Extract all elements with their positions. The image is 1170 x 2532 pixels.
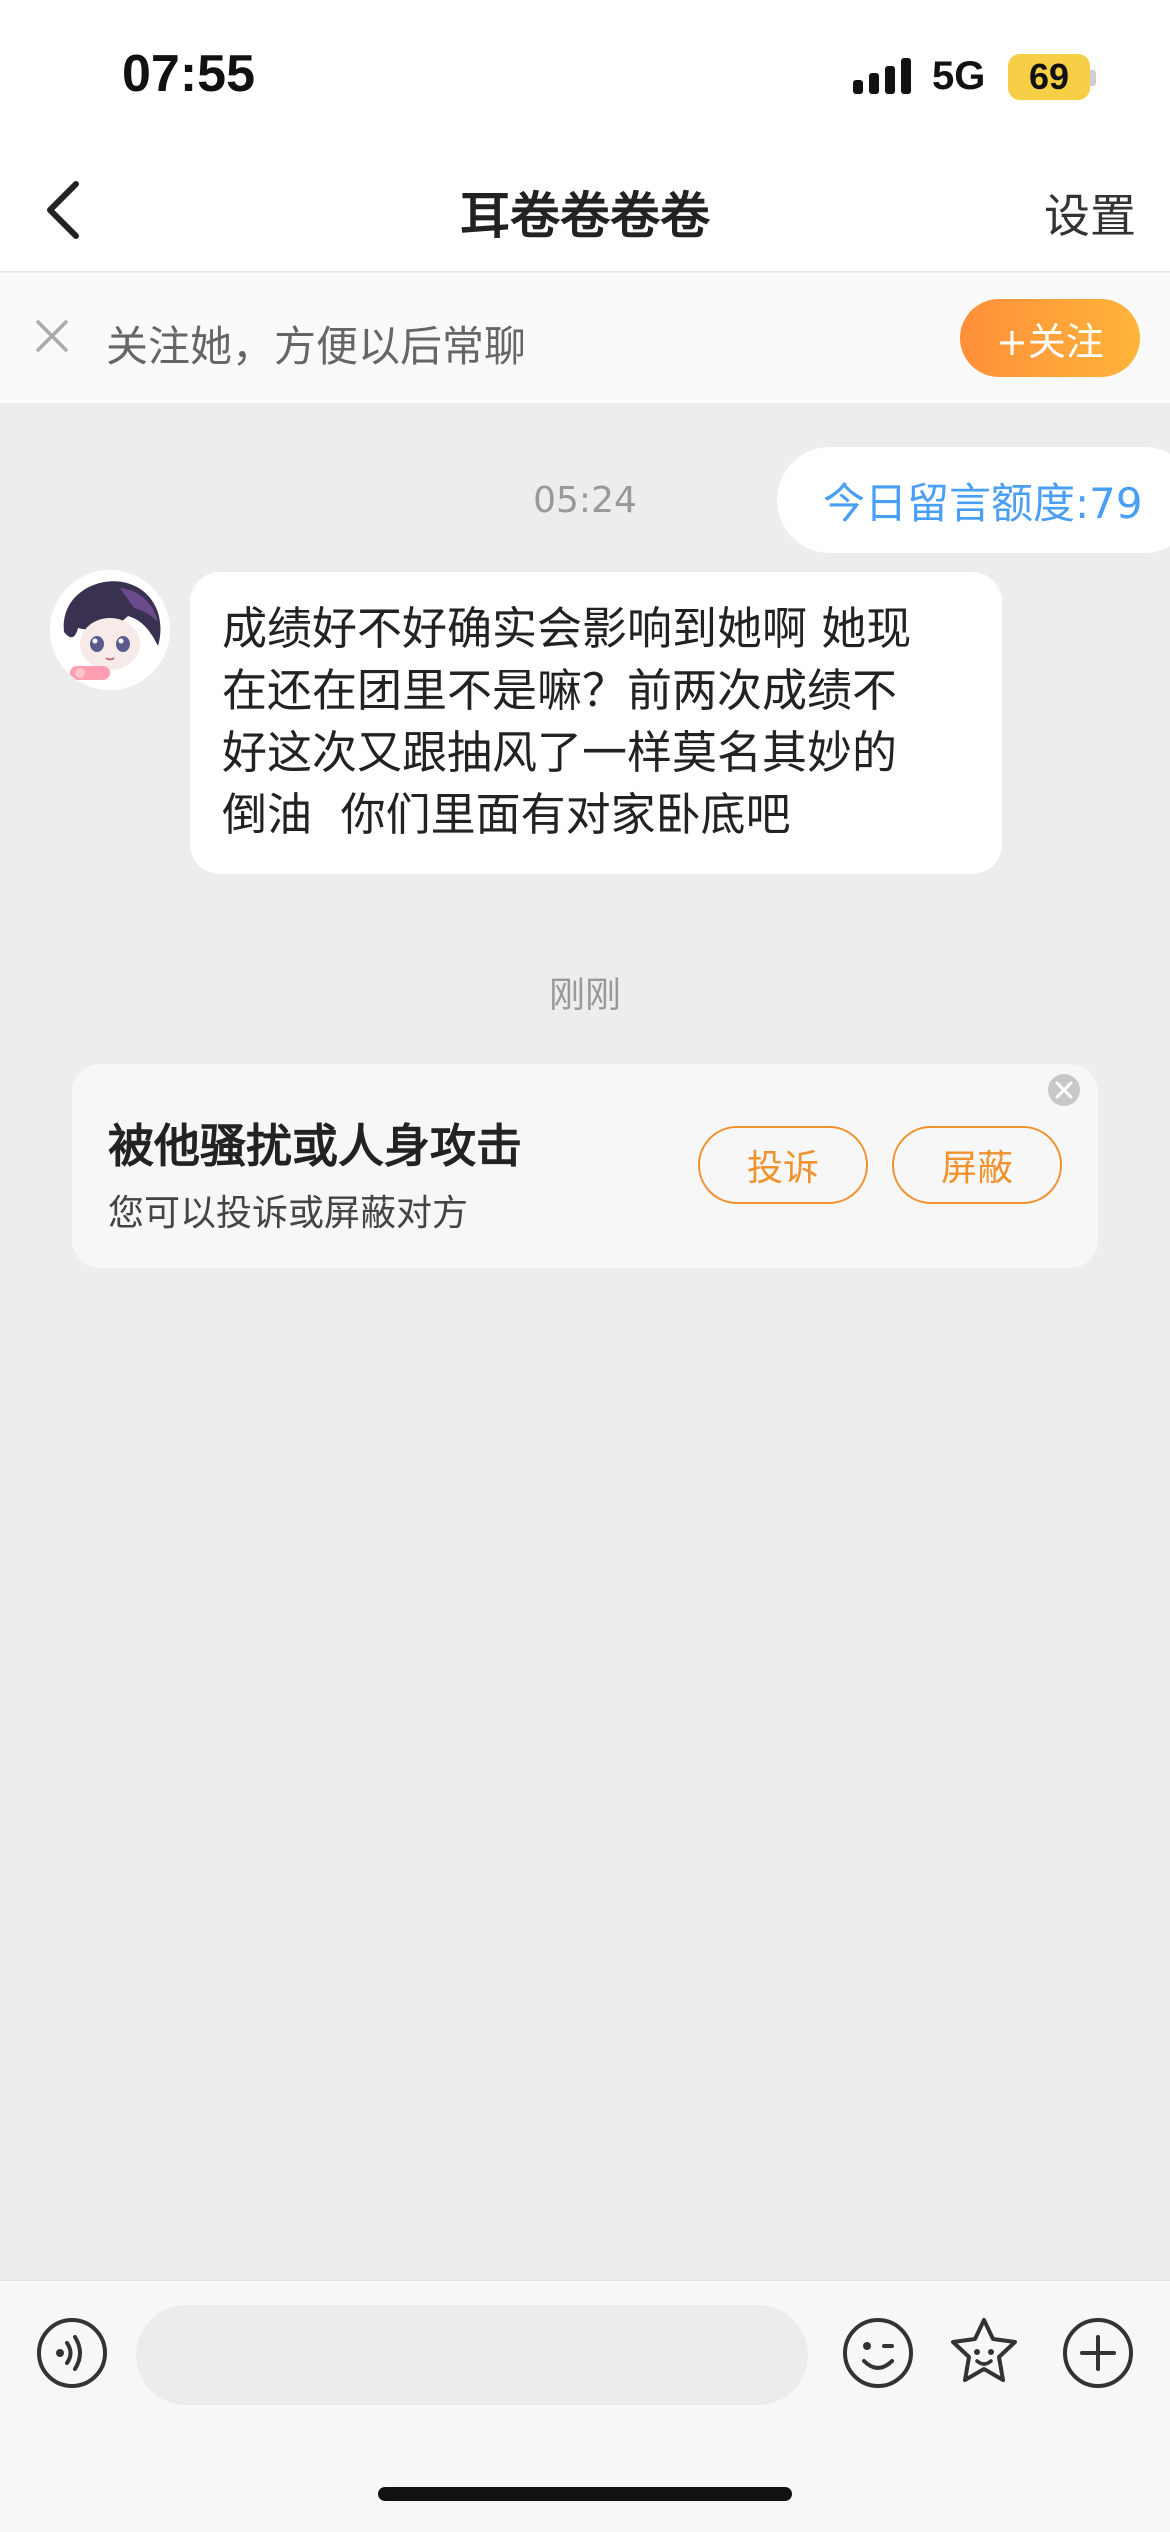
follow-button[interactable]: +关注 bbox=[960, 299, 1140, 377]
status-bar: 07:55 5G 69 bbox=[0, 0, 1170, 150]
status-time: 07:55 bbox=[122, 45, 255, 103]
close-icon[interactable] bbox=[32, 316, 72, 356]
avatar[interactable] bbox=[50, 570, 170, 690]
message-bubble[interactable]: 成绩好不好确实会影响到她啊 她现 在还在团里不是嘛？前两次成绩不 好这次又跟抽风… bbox=[190, 572, 1002, 874]
timestamp: 05:24 bbox=[533, 480, 637, 521]
page-title: 耳卷卷卷卷 bbox=[460, 187, 710, 245]
message-line: 好这次又跟抽风了一样莫名其妙的 bbox=[222, 726, 898, 779]
settings-button[interactable]: 设置 bbox=[1044, 180, 1136, 246]
battery-icon: 69 bbox=[1008, 54, 1090, 100]
card-subtitle: 您可以投诉或屏蔽对方 bbox=[108, 1193, 469, 1234]
block-button[interactable]: 屏蔽 bbox=[892, 1126, 1062, 1204]
close-icon[interactable] bbox=[1046, 1072, 1082, 1108]
report-button[interactable]: 投诉 bbox=[698, 1126, 868, 1204]
card-title: 被他骚扰或人身攻击 bbox=[108, 1119, 522, 1173]
follow-bar: 关注她，方便以后常聊 +关注 bbox=[0, 273, 1170, 403]
plus-icon[interactable] bbox=[1060, 2315, 1136, 2391]
message-line: 在还在团里不是嘛？前两次成绩不 bbox=[222, 664, 898, 717]
emoji-icon[interactable] bbox=[840, 2315, 916, 2391]
back-button[interactable] bbox=[24, 170, 104, 250]
chevron-left-icon bbox=[47, 181, 79, 239]
network-label: 5G bbox=[932, 54, 986, 98]
voice-icon[interactable] bbox=[34, 2315, 110, 2391]
follow-prompt-text: 关注她，方便以后常聊 bbox=[106, 322, 527, 371]
home-indicator[interactable] bbox=[378, 2487, 792, 2501]
timestamp: 刚刚 bbox=[548, 975, 621, 1016]
message-line: 倒油 你们里面有对家卧底吧 bbox=[222, 788, 791, 841]
signal-icon bbox=[853, 58, 911, 94]
avatar-illustration bbox=[50, 570, 170, 690]
nav-bar: 耳卷卷卷卷 设置 bbox=[0, 150, 1170, 272]
message-line: 成绩好不好确实会影响到她啊 她现 bbox=[222, 602, 912, 655]
harassment-notice-card: 被他骚扰或人身攻击 您可以投诉或屏蔽对方 投诉 屏蔽 bbox=[72, 1064, 1098, 1268]
battery-cap bbox=[1090, 70, 1096, 86]
message-input[interactable] bbox=[136, 2305, 808, 2405]
sticker-icon[interactable] bbox=[946, 2315, 1022, 2391]
